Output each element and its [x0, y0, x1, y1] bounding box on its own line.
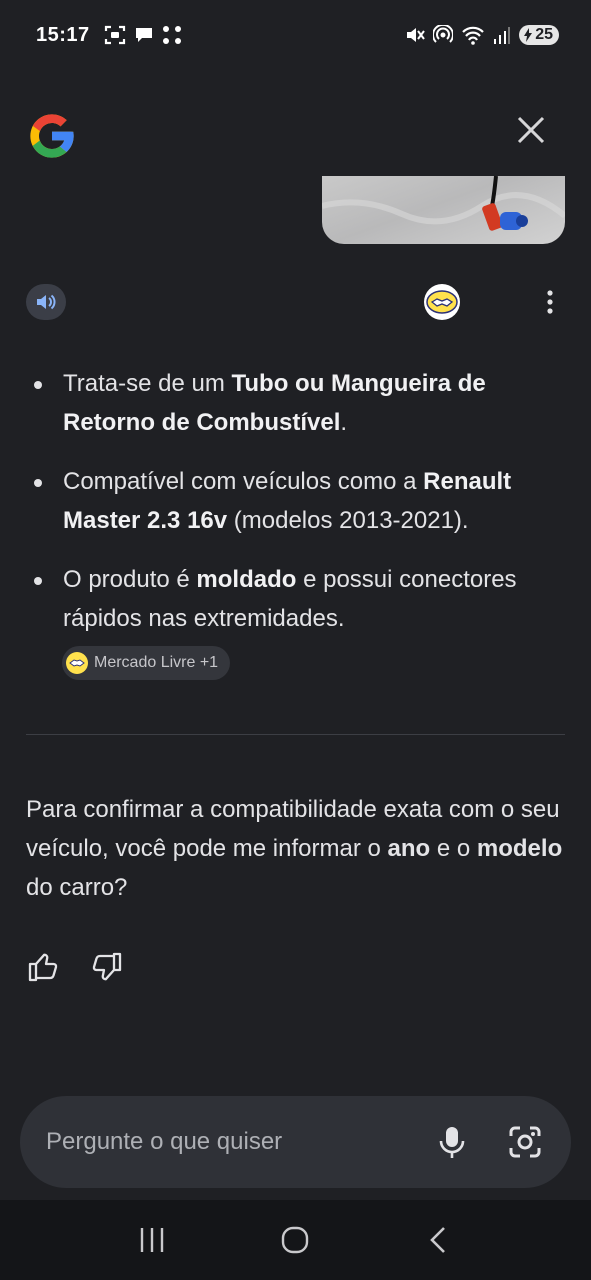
speaker-icon — [37, 294, 56, 310]
top-bar — [0, 100, 591, 164]
thumbs-down-icon[interactable] — [90, 950, 124, 984]
source-chip-label: Mercado Livre +1 — [94, 654, 219, 671]
mercado-livre-logo[interactable] — [424, 284, 460, 320]
list-item: O produto é moldado e possui conectores … — [26, 560, 566, 638]
more-options-icon[interactable] — [538, 286, 562, 318]
chat-bubble-icon — [135, 28, 152, 42]
divider — [26, 734, 565, 735]
microphone-icon[interactable] — [437, 1125, 467, 1159]
answer-bullet-list: Trata-se de um Tubo ou Mangueira de Reto… — [26, 364, 566, 638]
google-lens-icon[interactable] — [507, 1124, 543, 1160]
status-time: 15:17 — [36, 23, 90, 46]
response-action-row — [0, 282, 591, 324]
back-icon[interactable] — [423, 1224, 455, 1256]
status-bar: 15:17 25 — [0, 0, 591, 70]
uploaded-image-thumbnail[interactable] — [322, 176, 565, 244]
battery-icon: 25 — [519, 25, 559, 45]
thumbs-up-icon[interactable] — [26, 950, 60, 984]
list-item: Trata-se de um Tubo ou Mangueira de Reto… — [26, 364, 566, 442]
close-icon[interactable] — [515, 114, 547, 146]
hotspot-icon — [433, 25, 454, 43]
battery-level: 25 — [535, 26, 553, 43]
feedback-row — [26, 950, 124, 984]
source-chip[interactable]: Mercado Livre +1 — [62, 646, 231, 680]
answer-text: Trata-se de um Tubo ou Mangueira de Reto… — [26, 364, 566, 658]
wifi-icon — [462, 26, 484, 45]
download-grid-icon — [162, 26, 181, 44]
mute-icon — [407, 28, 426, 42]
prompt-input-bar[interactable]: Pergunte o que quiser — [20, 1096, 571, 1188]
signal-icon — [494, 27, 511, 44]
mercado-livre-icon — [66, 652, 88, 674]
screenshot-icon — [104, 25, 125, 45]
google-g-icon — [30, 114, 74, 158]
read-aloud-button[interactable] — [26, 284, 66, 320]
recent-apps-icon[interactable] — [136, 1224, 168, 1256]
followup-question: Para confirmar a compatibilidade exata c… — [26, 796, 563, 901]
system-nav-bar — [0, 1200, 591, 1280]
list-item: Compatível com veículos como a Renault M… — [26, 462, 566, 540]
hose-image — [322, 176, 565, 231]
prompt-input[interactable]: Pergunte o que quiser — [46, 1128, 437, 1156]
home-icon[interactable] — [279, 1224, 311, 1256]
handshake-icon — [426, 290, 458, 314]
